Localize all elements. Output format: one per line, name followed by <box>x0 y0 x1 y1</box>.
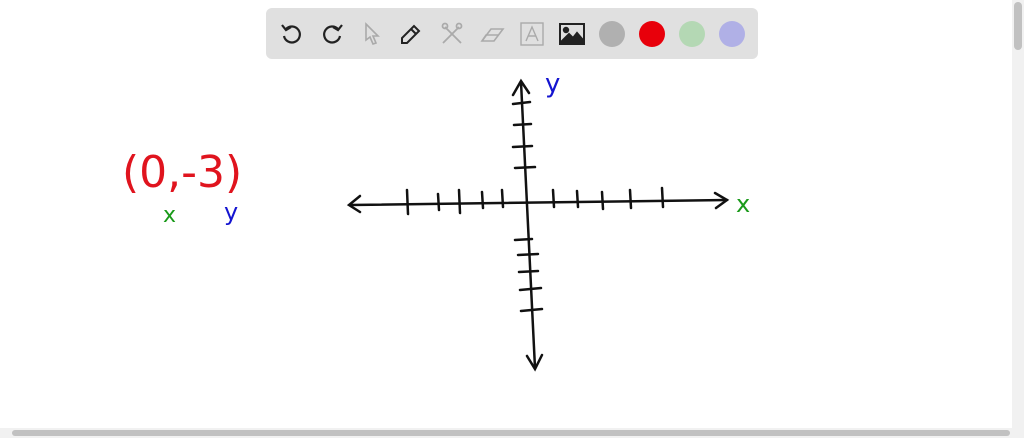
x-axis-label: x <box>736 190 750 218</box>
drawing-canvas[interactable]: (0,-3) x y y x <box>0 0 1012 428</box>
point-x-caption: x <box>163 203 176 228</box>
vertical-scrollbar[interactable] <box>1012 0 1024 428</box>
point-y-caption: y <box>224 198 238 226</box>
vertical-scrollbar-thumb[interactable] <box>1014 2 1022 50</box>
horizontal-scrollbar[interactable] <box>0 428 1024 438</box>
horizontal-scrollbar-thumb[interactable] <box>12 430 1010 436</box>
y-axis-label: y <box>545 69 560 99</box>
point-label: (0,-3) <box>122 147 242 198</box>
coordinate-axes <box>346 78 730 372</box>
